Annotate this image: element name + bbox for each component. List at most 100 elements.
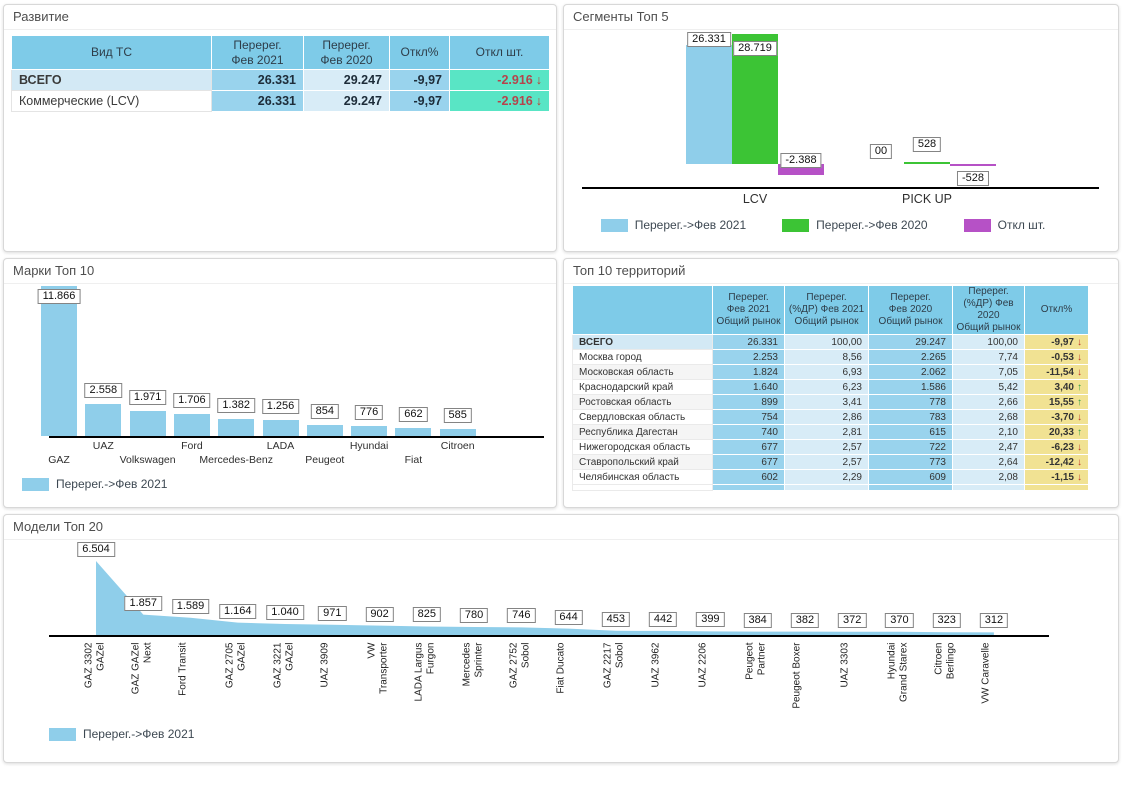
value-label: 372 [838, 613, 866, 628]
table-row[interactable]: ВСЕГО26.33129.247-9,97-2.916↓ [12, 70, 550, 91]
value-cell: 773 [869, 455, 953, 470]
value-cell: 740 [713, 425, 785, 440]
models-chart[interactable]: 6.504GAZ 3302 GAZel1.857GAZ GAZel Next1.… [4, 515, 1118, 762]
column-header [573, 286, 713, 335]
value-cell: 615 [869, 425, 953, 440]
model-label-17: Hyundai Grand Starex [886, 643, 912, 728]
category-label-hyundai: Hyundai [350, 440, 389, 452]
up-arrow-icon: ↑ [1077, 397, 1082, 408]
territory-label-cell[interactable]: Свердловская область [573, 410, 713, 425]
segments-chart[interactable]: 26.3310028.719528-2.388-528LCVPICK UPПер… [564, 5, 1118, 251]
legend-item[interactable]: Перерег.->Фев 2021 [601, 218, 746, 232]
bar-peugeot[interactable] [307, 425, 343, 436]
table-row[interactable]: Ростовская область8993,417782,6615,55↑ [573, 395, 1089, 410]
legend-label: Перерег.->Фев 2020 [816, 218, 927, 232]
value-cell: 677 [713, 455, 785, 470]
deviation-pct-cell: -9,97 [390, 70, 450, 91]
panel-title-development: Развитие [4, 5, 556, 30]
bar-lada[interactable] [263, 420, 299, 436]
legend-swatch [22, 478, 49, 491]
territory-label-cell[interactable]: Краснодарский край [573, 380, 713, 395]
territory-label-cell[interactable]: ВСЕГО [573, 335, 713, 350]
table-row[interactable]: Краснодарский край1.6406,231.5865,423,40… [573, 380, 1089, 395]
bar-fiat[interactable] [395, 428, 431, 436]
table-row[interactable]: Москва город2.2538,562.2657,74-0,53↓ [573, 350, 1089, 365]
value-label: 776 [355, 405, 383, 420]
table-row[interactable]: ВСЕГО26.331100,0029.247100,00-9,97↓ [573, 335, 1089, 350]
legend-swatch [782, 219, 809, 232]
deviation-pct-cell: 15,55↑ [1025, 395, 1089, 410]
legend-item[interactable]: Перерег.->Фев 2020 [782, 218, 927, 232]
panel-models: Модели Топ 20 6.504GAZ 3302 GAZel1.857GA… [3, 514, 1119, 763]
value-2021-cell: 26.331 [212, 70, 304, 91]
value-cell: 26.331 [713, 335, 785, 350]
table-row[interactable]: Республика Дагестан7402,816152,1020,33↑ [573, 425, 1089, 440]
value-label: 442 [649, 612, 677, 627]
value-cell: 2,66 [953, 395, 1025, 410]
bar-mercedes-benz[interactable] [218, 419, 254, 436]
legend-item[interactable]: Перерег.->Фев 2021 [49, 727, 194, 741]
table-row[interactable]: Свердловская область7542,867832,68-3,70↓ [573, 410, 1089, 425]
value-label: 1.164 [219, 604, 257, 619]
model-label-11: GAZ 2217 Sobol [603, 643, 629, 728]
table-row[interactable]: Челябинская область6022,296092,08-1,15↓ [573, 470, 1089, 485]
value-cell: 3,41 [785, 395, 869, 410]
territory-label-cell[interactable]: Нижегородская область [573, 440, 713, 455]
category-label-lada: LADA [267, 440, 294, 452]
value-2020-cell: 29.247 [304, 91, 390, 112]
legend-item[interactable]: Откл шт. [964, 218, 1046, 232]
value-label: 644 [554, 610, 582, 625]
bar-gaz[interactable] [41, 286, 77, 436]
value-cell: 5,42 [953, 380, 1025, 395]
table-row[interactable]: Ставропольский край6772,577732,64-12,42↓ [573, 455, 1089, 470]
territory-label-cell[interactable]: Москва город [573, 350, 713, 365]
value-cell: 7,74 [953, 350, 1025, 365]
bar-pick-up-deviation[interactable] [950, 164, 996, 166]
value-cell: 2,29 [785, 470, 869, 485]
table-row[interactable]: Нижегородская область6772,577222,47-6,23… [573, 440, 1089, 455]
bar-ford[interactable] [174, 414, 210, 436]
territory-label-cell[interactable]: Республика Дагестан [573, 425, 713, 440]
territory-label-cell[interactable]: Ставропольский край [573, 455, 713, 470]
bar-lcv-2021[interactable] [686, 45, 732, 164]
legend-swatch [49, 728, 76, 741]
value-cell [869, 485, 953, 491]
legend-item[interactable]: Перерег.->Фев 2021 [22, 477, 167, 491]
table-row[interactable]: Коммерческие (LCV)26.33129.247-9,97-2.91… [12, 91, 550, 112]
value-cell [1025, 485, 1089, 491]
deviation-pct-cell: 3,40↑ [1025, 380, 1089, 395]
value-cell: 2,68 [953, 410, 1025, 425]
category-label-uaz: UAZ [93, 440, 114, 452]
model-label-18: Citroen Berlingo [934, 643, 960, 728]
value-label: 453 [602, 612, 630, 627]
value-cell: 722 [869, 440, 953, 455]
territory-label-cell[interactable]: Московская область [573, 365, 713, 380]
value-label: 384 [743, 613, 771, 628]
down-arrow-icon: ↓ [1077, 472, 1082, 483]
row-label-cell[interactable]: ВСЕГО [12, 70, 212, 91]
legend[interactable]: Перерег.->Фев 2021 Перерег.->Фев 2020 Откл… [564, 218, 1118, 232]
deviation-pct-cell: -1,15↓ [1025, 470, 1089, 485]
brands-chart[interactable]: 11.866GAZ2.558UAZ1.971Volkswagen1.706For… [4, 259, 556, 507]
row-label-cell[interactable]: Коммерческие (LCV) [12, 91, 212, 112]
legend[interactable]: Перерег.->Фев 2021 [49, 727, 230, 741]
panel-title-territories: Топ 10 территорий [564, 259, 1118, 284]
value-cell: 783 [869, 410, 953, 425]
model-label-3: GAZ 2705 GAZel [225, 643, 251, 728]
value-label: 382 [791, 613, 819, 628]
table-row[interactable]: Московская область1.8246,932.0627,05-11,… [573, 365, 1089, 380]
bar-uaz[interactable] [85, 404, 121, 436]
bar-volkswagen[interactable] [130, 411, 166, 436]
legend[interactable]: Перерег.->Фев 2021 [22, 477, 203, 491]
territory-label-cell[interactable]: Челябинская область [573, 470, 713, 485]
bar-pick-up-2020[interactable] [904, 162, 950, 164]
value-label: -2.388 [780, 153, 821, 168]
column-header: Перерег. Фев 2021 [212, 36, 304, 70]
bar-hyundai[interactable] [351, 426, 387, 436]
territory-label-cell[interactable]: Ростовская область [573, 395, 713, 410]
axis-line [49, 635, 1049, 637]
category-label-lcv: LCV [743, 192, 767, 206]
value-cell: 778 [869, 395, 953, 410]
value-label: -528 [957, 171, 989, 186]
bar-citroen[interactable] [440, 429, 476, 436]
